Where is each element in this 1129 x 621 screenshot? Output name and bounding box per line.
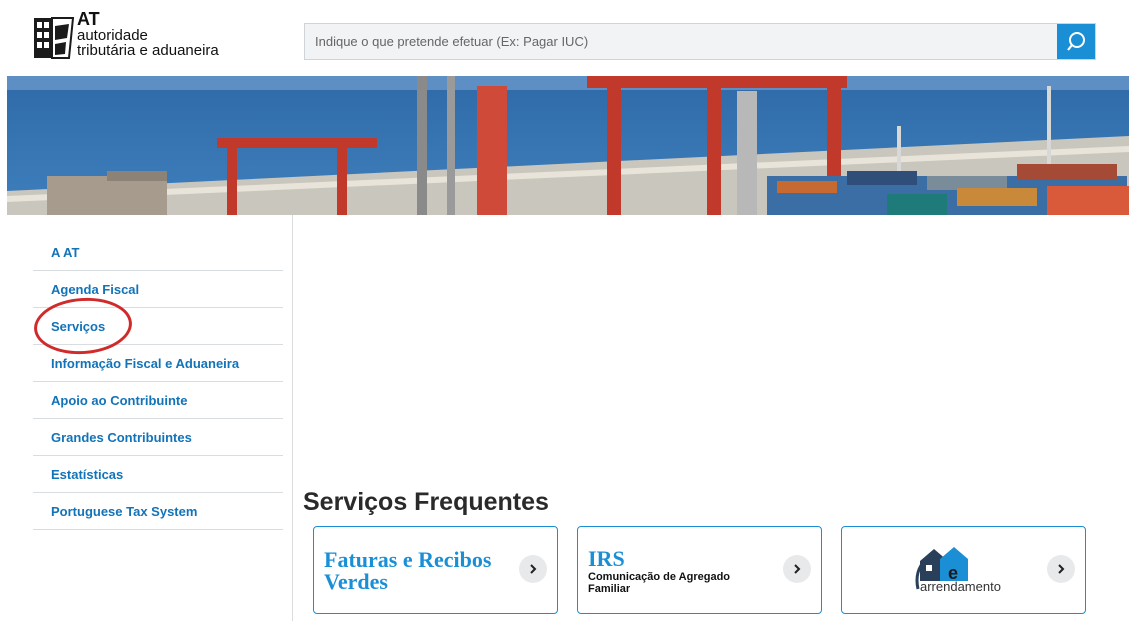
sidebar-item-label: A AT — [51, 244, 80, 260]
sidebar-item-label: Apoio ao Contribuinte — [51, 392, 188, 408]
sidebar-item-portuguese-tax-system[interactable]: Portuguese Tax System — [33, 493, 283, 530]
sidebar-item-grandes-contribuintes[interactable]: Grandes Contribuintes — [33, 419, 283, 456]
card-title: Faturas e Recibos Verdes — [324, 547, 492, 594]
section-title: Serviços Frequentes — [303, 488, 549, 516]
hero-banner-image — [7, 76, 1129, 215]
arrendamento-logo: e arrendamento — [912, 541, 1022, 601]
search-button[interactable] — [1057, 24, 1095, 59]
logo-line-3: tributária e aduaneira — [77, 42, 219, 59]
sidebar-item-apoio-contribuinte[interactable]: Apoio ao Contribuinte — [33, 382, 283, 419]
sidebar-item-label: Grandes Contribuintes — [51, 429, 192, 445]
service-card-irs[interactable]: IRS Comunicação de Agregado Familiar — [577, 526, 822, 614]
sidebar-item-a-at[interactable]: A AT — [33, 234, 283, 271]
arrendamento-text: arrendamento — [920, 579, 1001, 594]
card-title: IRS — [588, 546, 625, 571]
at-emblem-icon — [34, 17, 75, 59]
chevron-right-icon[interactable] — [519, 555, 547, 583]
chevron-right-icon[interactable] — [1047, 555, 1075, 583]
sidebar-item-label: Portuguese Tax System — [51, 503, 198, 519]
service-card-faturas[interactable]: Faturas e Recibos Verdes — [313, 526, 558, 614]
search-icon — [1067, 32, 1085, 51]
service-card-arrendamento[interactable]: e arrendamento — [841, 526, 1086, 614]
at-logo[interactable]: AT autoridade tributária e aduaneira — [33, 10, 263, 66]
search-bar — [304, 23, 1096, 60]
content-divider — [292, 215, 293, 621]
sidebar-item-label: Estatísticas — [51, 466, 124, 482]
sidebar-item-label: Informação Fiscal e Aduaneira — [51, 355, 240, 371]
card-subtitle: Comunicação de Agregado Familiar — [588, 571, 731, 595]
sidebar-nav: A AT Agenda Fiscal Serviços Informação F… — [33, 234, 283, 530]
sidebar-item-label: Agenda Fiscal — [51, 281, 140, 297]
sidebar-item-estatisticas[interactable]: Estatísticas — [33, 456, 283, 493]
chevron-right-icon[interactable] — [783, 555, 811, 583]
header: AT autoridade tributária e aduaneira — [0, 0, 1129, 76]
search-input[interactable] — [305, 24, 1057, 59]
logo-line-1: AT — [77, 9, 100, 29]
